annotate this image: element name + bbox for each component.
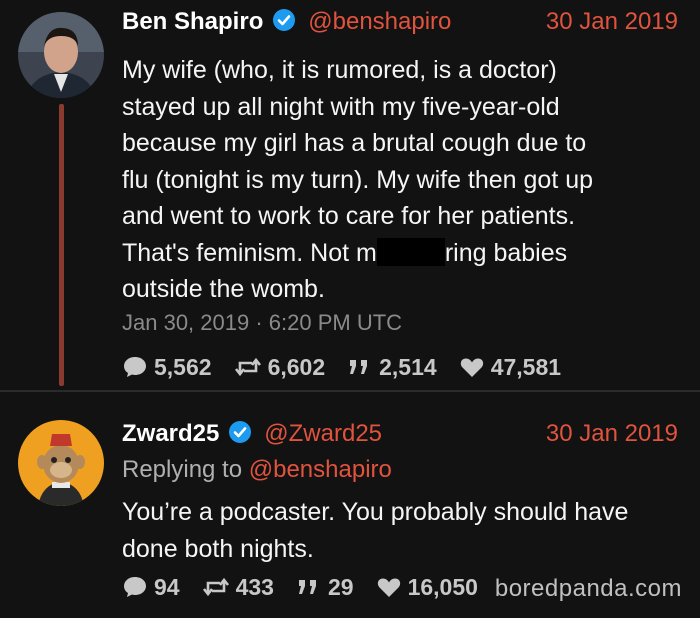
tweet-header: Zward25 @Zward25 30 Jan 2019 [122, 420, 678, 450]
tweet-timestamp: Jan 30, 2019 · 6:20 PM UTC [122, 310, 403, 335]
reply-count-value: 94 [154, 573, 180, 600]
avatar-zward25[interactable] [18, 420, 104, 506]
handle[interactable]: @benshapiro [308, 8, 451, 35]
retweet-count-value: 6,602 [267, 353, 326, 380]
tweet-stats: 94 433 29 16,050 [122, 572, 500, 602]
verified-badge-icon [228, 420, 252, 444]
avatar-ben-shapiro[interactable] [18, 12, 104, 98]
quote-icon [298, 580, 316, 594]
heart-icon [377, 578, 400, 597]
tweet-date[interactable]: 30 Jan 2019 [546, 8, 678, 36]
display-name[interactable]: Zward25 [122, 420, 219, 447]
heart-icon [460, 358, 483, 377]
tweet-stats: 5,562 6,602 2,514 47,581 [122, 352, 583, 382]
reply-count[interactable]: 5,562 [122, 354, 212, 381]
tweet-body: My wife (who, it is rumored, is a doctor… [122, 52, 682, 308]
retweet-count-value: 433 [235, 573, 274, 600]
display-name[interactable]: Ben Shapiro [122, 8, 263, 35]
reply-count[interactable]: 94 [122, 574, 180, 601]
thread-line [59, 104, 64, 386]
reply-count-value: 5,562 [154, 353, 212, 380]
tweet-zward25: Zward25 @Zward25 30 Jan 2019 Replying to… [0, 392, 700, 618]
body-line: flu (tonight is my turn). My wife then g… [122, 165, 594, 194]
like-count[interactable]: 16,050 [376, 574, 478, 601]
body-line: That's feminism. Not m ring babies [122, 235, 682, 272]
body-line: because my girl has a brutal cough due t… [122, 129, 587, 157]
replying-to: Replying to @benshapiro [122, 456, 392, 484]
replying-mention-link[interactable]: @benshapiro [249, 456, 392, 483]
body-line: done both nights. [122, 534, 314, 563]
tweet-date[interactable]: 30 Jan 2019 [546, 420, 678, 448]
body-line: You’re a podcaster. You probably should … [122, 498, 629, 526]
verified-badge-icon [272, 8, 296, 32]
body-line: outside the womb. [122, 275, 325, 303]
body-line: stayed up all night with my five-year-ol… [122, 92, 560, 121]
like-count[interactable]: 47,581 [459, 354, 561, 381]
like-count-value: 16,050 [407, 573, 478, 600]
retweet-icon [234, 357, 261, 377]
handle[interactable]: @Zward25 [264, 420, 382, 447]
comment-icon [124, 357, 146, 377]
quote-count-value: 29 [327, 573, 354, 600]
like-count-value: 47,581 [490, 353, 562, 380]
tweet-header: Ben Shapiro @benshapiro 30 Jan 2019 [122, 8, 678, 38]
quote-count[interactable]: 29 [296, 574, 354, 601]
quote-icon [350, 360, 368, 374]
body-fragment: That's feminism. Not m [122, 238, 377, 267]
quote-count[interactable]: 2,514 [347, 354, 437, 381]
quote-count-value: 2,514 [379, 353, 437, 380]
retweet-count[interactable]: 6,602 [234, 353, 326, 381]
comment-icon [124, 577, 146, 597]
body-line: My wife (who, it is rumored, is a doctor… [122, 56, 557, 84]
tweet-body: You’re a podcaster. You probably should … [122, 494, 682, 567]
retweet-count[interactable]: 433 [202, 574, 274, 601]
redaction-box [376, 237, 445, 266]
replying-prefix: Replying to [122, 456, 243, 483]
tweet-ben-shapiro: Ben Shapiro @benshapiro 30 Jan 2019 My w… [0, 0, 700, 390]
retweet-icon [202, 577, 229, 597]
body-fragment: ring babies [444, 238, 568, 267]
watermark: boredpanda.com [494, 575, 682, 602]
body-line: and went to work to care for her patient… [122, 202, 576, 230]
